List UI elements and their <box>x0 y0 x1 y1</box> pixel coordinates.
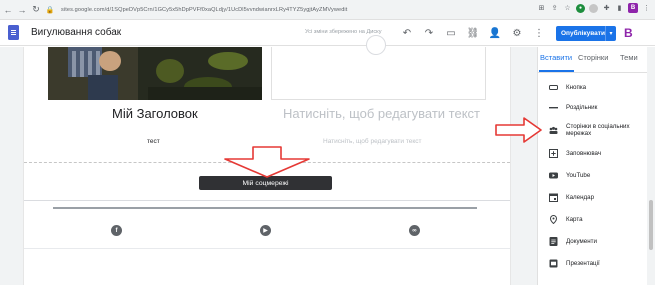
image-placeholder[interactable] <box>271 35 486 100</box>
share-icon[interactable]: ⇪ <box>550 4 559 13</box>
sidebar-item-label: Заповнювач <box>566 149 602 157</box>
sidebar-item-map[interactable]: Карта <box>549 213 583 225</box>
bookmark-star-icon[interactable]: ☆ <box>563 4 572 13</box>
facebook-icon[interactable]: f <box>111 225 122 236</box>
section-caption[interactable]: тест <box>147 138 160 145</box>
sidebar-item-label: Кнопка <box>566 83 587 91</box>
more-vert-icon[interactable]: ⋮ <box>533 27 545 39</box>
sidebar-item-docs[interactable]: Документи <box>549 235 597 247</box>
sidebar-item-label: YouTube <box>566 171 591 179</box>
sidebar-item-calendar[interactable]: Календар <box>549 191 594 203</box>
youtube-icon <box>549 171 558 180</box>
extension-shield-icon[interactable] <box>589 3 598 13</box>
tab-themes[interactable]: Теми <box>620 53 638 62</box>
sidebar-item-slides[interactable]: Презентації <box>549 257 600 269</box>
link-icon[interactable]: ∞ <box>409 225 420 236</box>
down-arrow-annotation <box>224 146 310 178</box>
canvas-left-gutter <box>0 47 24 285</box>
sidebar-item-label: Документи <box>566 237 597 245</box>
sidebar-item-label: Роздільник <box>566 103 598 111</box>
map-pin-icon <box>549 214 558 224</box>
translate-icon[interactable]: ⊞ <box>537 4 546 13</box>
tab-pages[interactable]: Сторінки <box>578 53 608 62</box>
placeholder-caption[interactable]: Натисніть, щоб редагувати текст <box>323 138 422 145</box>
placeholder-icon <box>549 148 558 158</box>
section-separator-bottom <box>24 248 510 249</box>
right-arrow-annotation <box>495 117 542 143</box>
slides-icon <box>549 259 558 268</box>
sidebar-item-label: Календар <box>566 193 595 201</box>
extensions-puzzle-icon[interactable]: ✚ <box>602 4 611 13</box>
divider-icon <box>549 103 558 112</box>
google-sites-logo-icon[interactable] <box>8 25 19 40</box>
copy-link-icon[interactable]: ⛓ <box>467 27 480 39</box>
forward-icon[interactable]: → <box>16 3 28 17</box>
reload-icon[interactable]: ↻ <box>30 3 42 17</box>
sidebar-item-label: Карта <box>566 215 583 223</box>
divider-line[interactable] <box>53 207 477 209</box>
profile-avatar-icon[interactable]: B <box>628 3 638 13</box>
docs-icon <box>549 236 558 246</box>
calendar-icon <box>549 193 558 202</box>
photo-image <box>48 47 262 100</box>
publish-dropdown-icon[interactable]: ▾ <box>605 26 616 41</box>
section-separator <box>24 200 510 201</box>
canvas-right-gutter <box>510 47 537 285</box>
sidebar-item-placeholder[interactable]: Заповнювач <box>549 147 601 159</box>
sidebar-item-divider[interactable]: Роздільник <box>549 101 597 113</box>
tab-insert[interactable]: Вставити <box>540 53 572 62</box>
sidebar-item-label: Сторінки в соціальних мережах <box>566 123 630 137</box>
redo-icon[interactable]: ↷ <box>423 27 435 39</box>
youtube-icon[interactable]: ▶ <box>260 225 271 236</box>
browser-extensions: ⊞ ⇪ ☆ ● ✚ ▮ B ⋮ <box>537 3 651 13</box>
sidebar-item-social-links[interactable]: Сторінки в соціальних мережах <box>549 123 630 137</box>
preview-icon[interactable]: ▭ <box>445 27 457 39</box>
add-image-icon[interactable] <box>366 35 386 55</box>
sites-header: Вигулювання собак Усі зміни збережено на… <box>0 20 655 46</box>
sidebar-scroll-thumb[interactable] <box>649 200 653 250</box>
publish-button[interactable]: Опублікувати ▾ <box>556 26 616 41</box>
site-title[interactable]: Вигулювання собак <box>31 27 121 38</box>
social-links-icon <box>549 126 558 135</box>
save-status: Усі зміни збережено на Диску <box>305 29 382 35</box>
sidebar-panel-icon[interactable]: ▮ <box>615 4 624 13</box>
browser-menu-icon[interactable]: ⋮ <box>642 4 651 13</box>
publish-label: Опублікувати <box>561 30 605 37</box>
share-people-icon[interactable]: 👤 <box>489 27 501 39</box>
placeholder-heading[interactable]: Натисніть, щоб редагувати текст <box>283 106 480 121</box>
undo-icon[interactable]: ↶ <box>401 27 413 39</box>
button-icon <box>549 83 558 92</box>
dog-walking-photo[interactable] <box>48 47 262 100</box>
account-avatar[interactable]: B <box>624 26 633 40</box>
sidebar-item-youtube[interactable]: YouTube <box>549 169 590 181</box>
back-icon[interactable]: ← <box>2 3 14 17</box>
settings-gear-icon[interactable]: ⚙ <box>511 27 523 39</box>
sidebar-item-button[interactable]: Кнопка <box>549 81 586 93</box>
address-bar[interactable]: sites.google.com/d/1SQpeDVp5Crn/1GCy5x5h… <box>61 7 347 13</box>
tabs-border <box>537 72 647 73</box>
extension-green-icon[interactable]: ● <box>576 3 585 13</box>
sidebar-item-label: Презентації <box>566 259 600 267</box>
lock-icon[interactable]: 🔒 <box>44 3 56 17</box>
browser-toolbar: ← → ↻ 🔒 sites.google.com/d/1SQpeDVp5Crn/… <box>0 0 655 20</box>
section-heading[interactable]: Мій Заголовок <box>112 106 198 121</box>
